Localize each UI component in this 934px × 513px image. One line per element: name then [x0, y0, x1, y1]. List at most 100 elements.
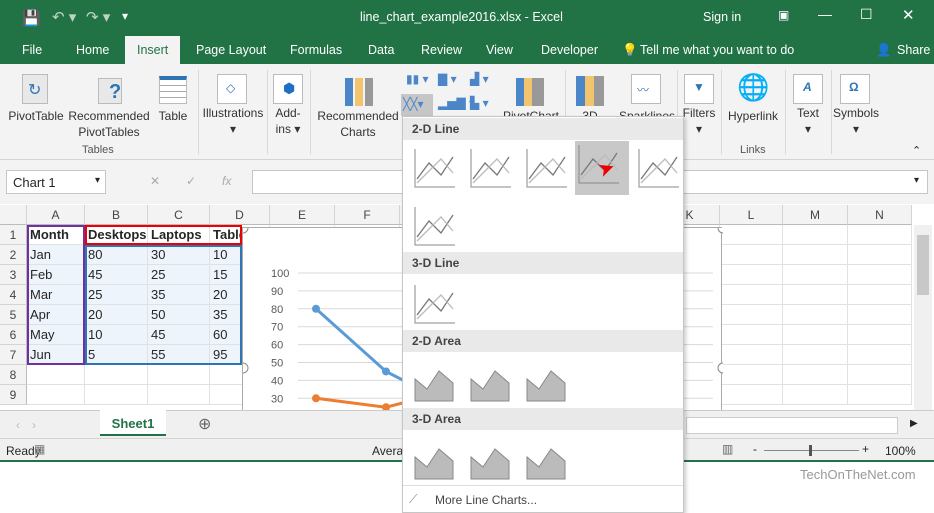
- recommended-pivottables-icon[interactable]: ?: [98, 78, 122, 104]
- cell[interactable]: Jun: [27, 345, 85, 365]
- row-header[interactable]: 6: [0, 325, 27, 345]
- text-button[interactable]: Text ▾: [788, 105, 828, 137]
- chart-option-100-stacked-line[interactable]: [523, 145, 569, 191]
- tab-home[interactable]: Home: [76, 43, 109, 57]
- hyperlink-button[interactable]: Hyperlink: [722, 108, 784, 124]
- cell[interactable]: [783, 385, 848, 405]
- cell[interactable]: [720, 365, 783, 385]
- column-chart-icon[interactable]: ▮▮ ▾: [406, 72, 429, 86]
- tell-me-search[interactable]: Tell me what you want to do: [640, 43, 794, 57]
- chart-option-100-stacked-line-with-markers[interactable]: [411, 203, 457, 249]
- illustrations-button[interactable]: Illustrations ▾: [200, 105, 266, 137]
- row-header[interactable]: 7: [0, 345, 27, 365]
- column-header[interactable]: C: [148, 205, 210, 225]
- tab-developer[interactable]: Developer: [541, 43, 598, 57]
- cell[interactable]: 5: [85, 345, 148, 365]
- cell[interactable]: [720, 385, 783, 405]
- column-header[interactable]: D: [210, 205, 270, 225]
- combo-chart-icon[interactable]: ▙ ▾: [470, 96, 489, 110]
- pivottable-label[interactable]: PivotTable: [6, 108, 66, 124]
- add-sheet-icon[interactable]: ⊕: [198, 414, 211, 434]
- cell[interactable]: 25: [85, 285, 148, 305]
- scroll-left-icon[interactable]: ‹: [16, 418, 20, 432]
- undo-icon[interactable]: ↶ ▾: [52, 8, 76, 26]
- tab-page-layout[interactable]: Page Layout: [196, 43, 266, 57]
- cell[interactable]: Apr: [27, 305, 85, 325]
- cell[interactable]: [783, 285, 848, 305]
- more-line-charts-link[interactable]: More Line Charts...: [435, 493, 537, 507]
- tab-insert[interactable]: Insert: [125, 36, 181, 64]
- scroll-right-arrow[interactable]: ▶: [910, 418, 918, 429]
- data-point-laptops[interactable]: [312, 394, 320, 403]
- cell[interactable]: 10: [85, 325, 148, 345]
- cell[interactable]: [783, 345, 848, 365]
- cell[interactable]: [148, 385, 210, 405]
- column-header[interactable]: N: [848, 205, 912, 225]
- hyperlink-icon[interactable]: 🌐: [737, 72, 769, 103]
- sheet-tab-sheet1[interactable]: Sheet1: [100, 410, 166, 436]
- pivottable-icon[interactable]: ↻: [22, 74, 48, 104]
- cell[interactable]: Mar: [27, 285, 85, 305]
- data-point-desktops[interactable]: [312, 304, 320, 313]
- row-header[interactable]: 4: [0, 285, 27, 305]
- chart-option-100-stacked-area[interactable]: [523, 359, 569, 405]
- cell[interactable]: [783, 225, 848, 245]
- horizontal-scrollbar[interactable]: [686, 417, 898, 434]
- tab-review[interactable]: Review: [421, 43, 462, 57]
- filters-button[interactable]: Filters ▾: [680, 105, 718, 137]
- cell[interactable]: 35: [148, 285, 210, 305]
- vertical-scrollbar[interactable]: [914, 225, 932, 410]
- chart-option-stacked-line[interactable]: [467, 145, 513, 191]
- chart-option-3d-line[interactable]: [411, 281, 457, 327]
- share-button[interactable]: Share: [897, 43, 930, 57]
- zoom-in-button[interactable]: +: [862, 442, 869, 456]
- addins-button[interactable]: Add-ins ▾: [270, 105, 306, 137]
- chart-option-3d-stacked-area[interactable]: [467, 437, 513, 483]
- cell[interactable]: [848, 265, 912, 285]
- expand-formula-icon[interactable]: ▾: [914, 175, 919, 186]
- 3d-map-icon[interactable]: [576, 76, 604, 106]
- cell[interactable]: 25: [148, 265, 210, 285]
- addins-icon[interactable]: ⬢: [273, 74, 303, 104]
- save-icon[interactable]: 💾: [22, 9, 41, 27]
- row-header[interactable]: 1: [0, 225, 27, 245]
- table-label[interactable]: Table: [152, 108, 194, 124]
- cell[interactable]: [848, 285, 912, 305]
- line-chart-button[interactable]: ╳╳▾: [401, 94, 433, 116]
- chart-option-area[interactable]: [411, 359, 457, 405]
- resize-handle[interactable]: [237, 222, 249, 234]
- cell[interactable]: [720, 345, 783, 365]
- column-header[interactable]: E: [270, 205, 335, 225]
- row-header[interactable]: 5: [0, 305, 27, 325]
- resize-handle[interactable]: [717, 222, 729, 234]
- cell[interactable]: [848, 365, 912, 385]
- cell[interactable]: [783, 245, 848, 265]
- sparklines-icon[interactable]: 〰: [631, 74, 661, 104]
- filters-icon[interactable]: ▼: [684, 74, 714, 104]
- cell[interactable]: May: [27, 325, 85, 345]
- column-header[interactable]: A: [27, 205, 85, 225]
- cell[interactable]: [27, 385, 85, 405]
- recommended-charts-button[interactable]: Recommended Charts: [314, 108, 402, 140]
- macro-record-icon[interactable]: ▦: [34, 442, 45, 456]
- column-header[interactable]: F: [335, 205, 400, 225]
- enter-icon[interactable]: ✓: [186, 174, 196, 188]
- name-box[interactable]: Chart 1 ▾: [6, 170, 106, 194]
- recommended-charts-icon[interactable]: [345, 78, 373, 106]
- zoom-out-button[interactable]: -: [753, 442, 757, 456]
- cell[interactable]: [848, 245, 912, 265]
- cell[interactable]: 45: [148, 325, 210, 345]
- cell[interactable]: [85, 365, 148, 385]
- row-header[interactable]: 9: [0, 385, 27, 405]
- tab-file[interactable]: File: [22, 43, 42, 57]
- chart-option-3d-area[interactable]: [411, 437, 457, 483]
- cell[interactable]: [783, 325, 848, 345]
- cell[interactable]: 30: [148, 245, 210, 265]
- column-header[interactable]: B: [85, 205, 148, 225]
- cell[interactable]: [848, 225, 912, 245]
- chart-option-3d-100-stacked-area[interactable]: [523, 437, 569, 483]
- cell[interactable]: Laptops: [148, 225, 210, 245]
- illustrations-icon[interactable]: ◇: [217, 74, 247, 104]
- chart-option-stacked-line-with-markers[interactable]: [635, 145, 681, 191]
- symbols-button[interactable]: Symbols ▾: [830, 105, 882, 137]
